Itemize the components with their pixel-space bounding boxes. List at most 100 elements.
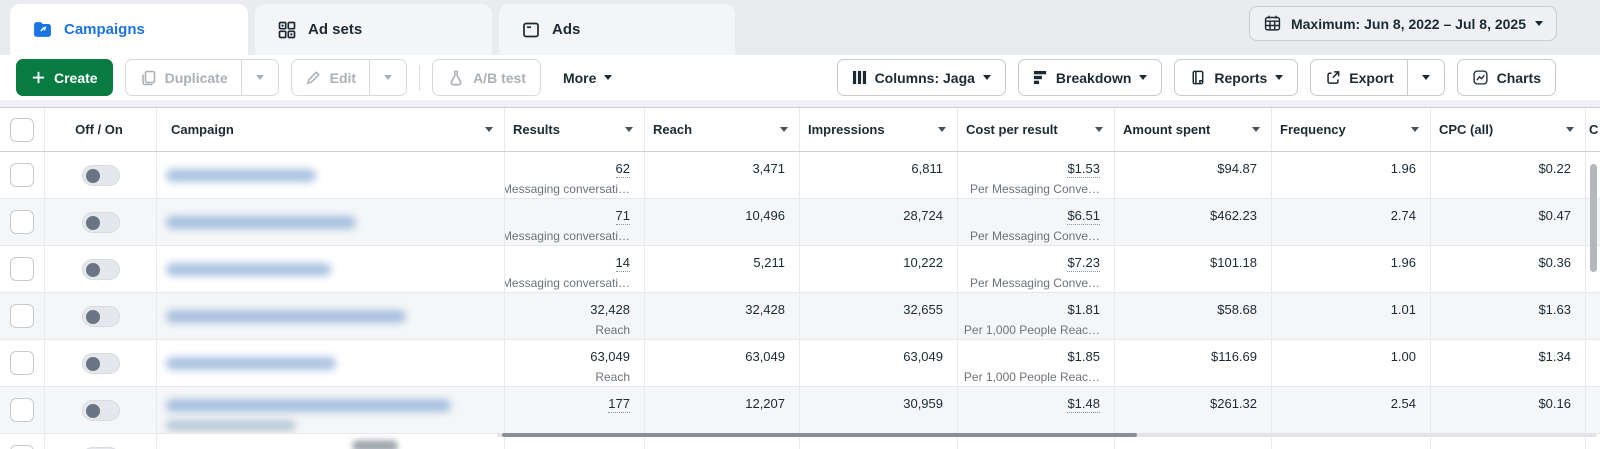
reports-button[interactable]: Reports xyxy=(1174,59,1299,96)
ad-sets-grid-icon xyxy=(277,20,297,40)
amount-spent-cell: $94.87 xyxy=(1115,152,1272,198)
row-checkbox[interactable] xyxy=(10,351,34,375)
header-cost-per-result[interactable]: Cost per result xyxy=(958,108,1115,151)
more-button[interactable]: More xyxy=(553,70,622,86)
select-all-checkbox[interactable] xyxy=(10,118,34,142)
row-toggle-cell xyxy=(45,152,157,198)
columns-button[interactable]: Columns: Jaga xyxy=(836,59,1006,96)
campaign-toggle[interactable] xyxy=(81,353,120,374)
chevron-down-icon xyxy=(938,127,946,132)
frequency-cell: 1.96 xyxy=(1272,246,1431,292)
chevron-down-icon xyxy=(1095,127,1103,132)
campaign-toggle[interactable] xyxy=(81,306,120,327)
amount-spent-cell: $101.18 xyxy=(1115,246,1272,292)
campaign-toggle[interactable] xyxy=(81,400,120,421)
duplicate-split-button: Duplicate xyxy=(124,59,279,96)
header-impressions[interactable]: Impressions xyxy=(800,108,958,151)
campaign-thumbnail-blur xyxy=(352,440,398,449)
chevron-down-icon xyxy=(1566,127,1574,132)
row-select-cell xyxy=(0,199,45,245)
chevron-down-icon xyxy=(485,127,493,132)
columns-icon xyxy=(852,70,867,85)
table-row: 177 12,207 30,959 $1.48 $261.32 2.54 $0.… xyxy=(0,387,1600,434)
campaign-name-link[interactable] xyxy=(166,216,356,229)
header-cpc[interactable]: CPC (all) xyxy=(1431,108,1586,151)
campaigns-folder-icon xyxy=(32,19,53,40)
frequency-cell: 2.74 xyxy=(1272,199,1431,245)
tab-campaigns[interactable]: Campaigns xyxy=(10,4,248,55)
campaign-toggle[interactable] xyxy=(81,165,120,186)
row-toggle-cell xyxy=(45,293,157,339)
vertical-scrollbar-thumb[interactable] xyxy=(1590,164,1597,272)
horizontal-scrollbar-thumb[interactable] xyxy=(502,433,1137,437)
ab-test-button[interactable]: A/B test xyxy=(432,59,541,96)
header-results[interactable]: Results xyxy=(505,108,645,151)
flask-icon xyxy=(447,69,465,87)
cost-per-result-cell: $1.81 Per 1,000 People Reac… xyxy=(958,293,1115,339)
pencil-icon xyxy=(305,69,322,86)
table-row: 62 Messaging conversati… 3,471 6,811 $1.5… xyxy=(0,152,1600,199)
campaign-name-cell xyxy=(157,434,505,449)
actions-toolbar: Create Duplicate Edit A/B test More Colu… xyxy=(0,55,1600,100)
header-reach[interactable]: Reach xyxy=(645,108,800,151)
results-cell: 63,049 Reach xyxy=(505,340,645,386)
date-range-button[interactable]: Maximum: Jun 8, 2022 – Jul 8, 2025 xyxy=(1248,6,1557,41)
row-checkbox[interactable] xyxy=(10,304,34,328)
reach-cell: 12,207 xyxy=(645,387,800,433)
chevron-down-icon xyxy=(982,75,991,80)
campaign-name-link[interactable] xyxy=(166,263,331,276)
cost-per-result-cell: $1.53 Per Messaging Conve… xyxy=(958,152,1115,198)
campaign-toggle[interactable] xyxy=(81,259,120,280)
duplicate-button[interactable]: Duplicate xyxy=(126,60,241,95)
duplicate-dropdown-button[interactable] xyxy=(240,60,278,95)
row-checkbox[interactable] xyxy=(10,398,34,422)
toggle-knob xyxy=(85,403,100,418)
tab-ads-label: Ads xyxy=(552,21,581,38)
impressions-cell: 32,655 xyxy=(800,293,958,339)
charts-icon xyxy=(1472,69,1489,86)
row-toggle-cell xyxy=(45,387,157,433)
reach-cell: 63,049 xyxy=(645,340,800,386)
campaign-name-link[interactable] xyxy=(166,310,406,323)
campaign-name-link[interactable] xyxy=(166,357,336,370)
results-cell: 14 Messaging conversati… xyxy=(505,246,645,292)
impressions-cell: 28,724 xyxy=(800,199,958,245)
frequency-cell: 2.54 xyxy=(1272,387,1431,433)
cpc-cell: $0.16 xyxy=(1431,387,1586,433)
create-button[interactable]: Create xyxy=(16,59,113,96)
charts-button[interactable]: Charts xyxy=(1456,59,1556,96)
header-next-clipped: C xyxy=(1589,122,1599,137)
breakdown-button[interactable]: Breakdown xyxy=(1017,59,1163,96)
row-checkbox[interactable] xyxy=(10,445,34,449)
cpc-cell: $0.22 xyxy=(1431,152,1586,198)
campaign-name-link[interactable] xyxy=(166,169,316,182)
campaign-toggle[interactable] xyxy=(81,212,120,233)
export-split-button: Export xyxy=(1310,59,1445,96)
campaign-name-cell xyxy=(157,340,505,386)
header-campaign[interactable]: Campaign xyxy=(157,108,505,151)
row-checkbox[interactable] xyxy=(10,257,34,281)
header-frequency[interactable]: Frequency xyxy=(1272,108,1431,151)
campaign-name-cell xyxy=(157,293,505,339)
campaign-name-link[interactable] xyxy=(166,399,451,412)
edit-dropdown-button[interactable] xyxy=(369,60,406,95)
export-dropdown-button[interactable] xyxy=(1406,60,1444,95)
impressions-cell: 30,959 xyxy=(800,387,958,433)
row-select-cell xyxy=(0,387,45,433)
table-row: 71 Messaging conversati… 10,496 28,724 $6… xyxy=(0,199,1600,246)
tab-ad-sets[interactable]: Ad sets xyxy=(255,4,492,55)
tab-ads[interactable]: Ads xyxy=(499,4,735,55)
toggle-knob xyxy=(85,309,100,324)
edit-button[interactable]: Edit xyxy=(292,60,369,95)
row-checkbox[interactable] xyxy=(10,163,34,187)
export-button[interactable]: Export xyxy=(1311,60,1406,95)
header-off-on: Off / On xyxy=(45,108,157,151)
row-toggle-cell xyxy=(45,434,157,449)
amount-spent-cell: $116.69 xyxy=(1115,340,1272,386)
export-icon xyxy=(1324,69,1341,86)
row-checkbox[interactable] xyxy=(10,210,34,234)
campaign-name-cell xyxy=(157,199,505,245)
header-amount-spent[interactable]: Amount spent xyxy=(1115,108,1272,151)
reports-icon xyxy=(1189,69,1206,86)
plus-icon xyxy=(31,70,46,85)
